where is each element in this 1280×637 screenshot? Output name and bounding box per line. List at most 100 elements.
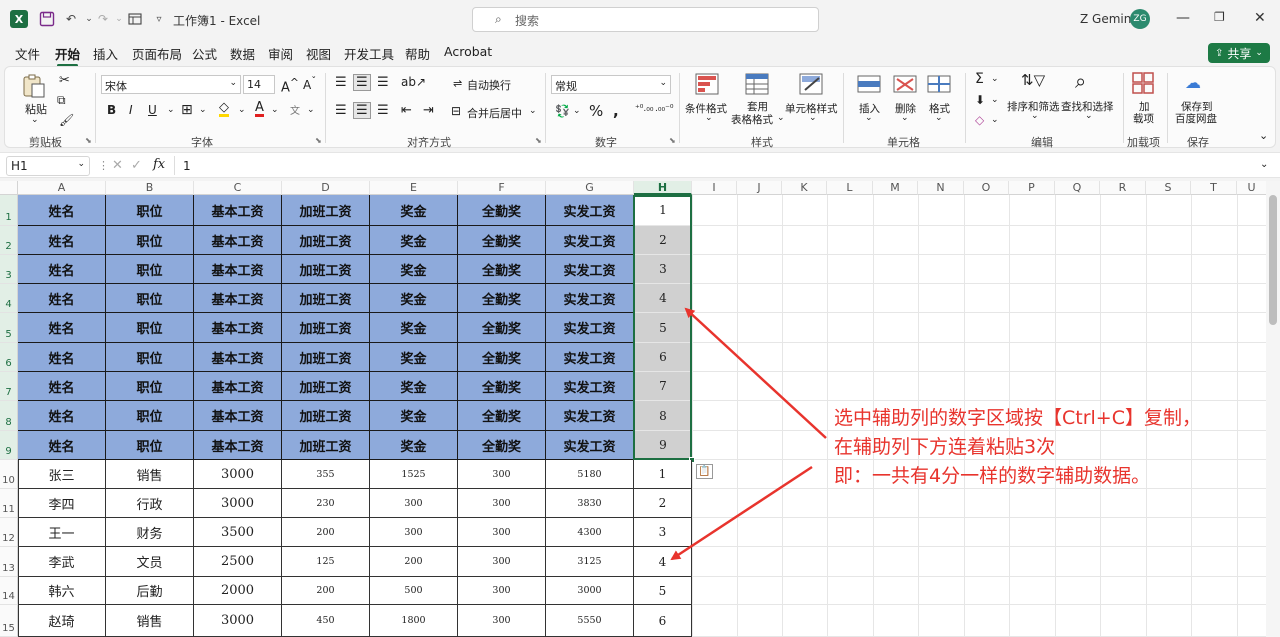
chevron-down-icon[interactable]: ⌄: [991, 95, 999, 105]
wrap-text-icon[interactable]: ⇌: [453, 77, 462, 90]
vertical-scrollbar[interactable]: [1266, 181, 1280, 637]
paste-icon[interactable]: [21, 73, 47, 98]
menu-review[interactable]: 审阅: [268, 44, 293, 63]
share-button[interactable]: ⇪ 共享 ⌄: [1208, 43, 1270, 63]
format-as-table-icon[interactable]: [745, 73, 771, 95]
enter-icon[interactable]: ✓: [131, 158, 142, 173]
borders-icon[interactable]: ⊞: [181, 102, 193, 118]
chevron-down-icon[interactable]: ⌄: [705, 113, 713, 123]
chevron-down-icon[interactable]: ⌄: [271, 105, 279, 115]
menu-acrobat[interactable]: Acrobat: [444, 44, 492, 59]
align-left-icon[interactable]: ☰: [335, 103, 347, 118]
align-center-icon[interactable]: ☰: [353, 102, 371, 119]
save-icon[interactable]: [38, 10, 56, 28]
chevron-down-icon[interactable]: ⌄: [935, 113, 943, 123]
orientation-icon[interactable]: ab↗: [401, 75, 426, 89]
chevron-down-icon[interactable]: ⌄: [865, 113, 873, 123]
decrease-font-icon[interactable]: Aˇ: [303, 76, 316, 92]
search-box[interactable]: ⌕ 搜索: [472, 7, 819, 32]
increase-font-icon[interactable]: A^: [281, 76, 299, 95]
italic-icon[interactable]: I: [129, 103, 133, 117]
align-middle-icon[interactable]: ☰: [353, 74, 371, 91]
menu-page-layout[interactable]: 页面布局: [132, 44, 182, 63]
copy-icon[interactable]: ⧉: [57, 93, 66, 108]
restore-icon[interactable]: ❐: [1214, 10, 1225, 24]
dialog-launcher-icon[interactable]: ⬊: [85, 136, 92, 145]
align-right-icon[interactable]: ☰: [377, 103, 389, 118]
chevron-down-icon[interactable]: ⌄: [1085, 111, 1093, 121]
menu-home[interactable]: 开始: [55, 44, 80, 67]
chevron-down-icon[interactable]: ⌄: [777, 113, 785, 123]
decrease-decimal-icon[interactable]: .₀₀⁻⁰: [655, 104, 673, 114]
addins-line2[interactable]: 载项: [1133, 111, 1154, 126]
insert-cells-icon[interactable]: [857, 73, 883, 95]
font-color-icon[interactable]: A: [255, 101, 264, 117]
chevron-down-icon[interactable]: ⌄: [991, 115, 999, 125]
avatar[interactable]: ZG: [1130, 9, 1150, 29]
paste-dropdown-icon[interactable]: ⌄: [31, 115, 39, 125]
merge-icon[interactable]: ⊟: [451, 104, 461, 118]
baidu-cloud-icon[interactable]: ☁: [1185, 73, 1201, 92]
chevron-down-icon[interactable]: ⌄: [573, 106, 581, 116]
chevron-down-icon[interactable]: ⌄: [529, 106, 537, 116]
wrap-text-button[interactable]: 自动换行: [467, 77, 511, 93]
number-format-select[interactable]: 常规 ⌄: [551, 75, 671, 94]
more-icon[interactable]: ⋮: [98, 159, 109, 172]
chevron-down-icon[interactable]: ⌄: [991, 74, 999, 84]
increase-decimal-icon[interactable]: ⁺⁰.₀₀: [635, 104, 653, 114]
menu-file[interactable]: 文件: [15, 44, 40, 63]
conditional-format-icon[interactable]: [695, 73, 721, 95]
increase-indent-icon[interactable]: ⇥: [423, 103, 434, 118]
insert-function-icon[interactable]: fx: [153, 157, 165, 172]
close-icon[interactable]: ✕: [1254, 10, 1266, 26]
chevron-down-icon[interactable]: ⌄: [1031, 111, 1039, 121]
phonetic-icon[interactable]: 文: [290, 102, 300, 117]
menu-insert[interactable]: 插入: [93, 44, 118, 63]
dialog-launcher-icon[interactable]: ⬊: [315, 136, 322, 145]
menu-view[interactable]: 视图: [306, 44, 331, 63]
worksheet-grid[interactable]: A B C D E F G H I J K L M N O P Q R S T U 1 2 3 4 5 6 7 8 9 10 11 12 13 14…: [0, 181, 1280, 637]
name-box[interactable]: H1 ⌄: [6, 156, 90, 176]
user-name[interactable]: Z Gemini: [1080, 12, 1135, 26]
chevron-down-icon[interactable]: ⌄: [809, 113, 817, 123]
format-painter-icon[interactable]: 🖌: [59, 113, 74, 127]
align-bottom-icon[interactable]: ☰: [377, 75, 389, 90]
font-name-select[interactable]: 宋体 ⌄: [101, 75, 241, 94]
chevron-down-icon[interactable]: ⌄: [199, 105, 207, 115]
bold-icon[interactable]: B: [107, 103, 116, 117]
find-icon[interactable]: ⌕: [1075, 69, 1086, 93]
clear-icon[interactable]: ◇: [975, 113, 984, 127]
font-size-select[interactable]: 14: [243, 75, 275, 94]
format-cells-icon[interactable]: [927, 73, 953, 95]
underline-icon[interactable]: U: [148, 103, 157, 117]
menu-data[interactable]: 数据: [230, 44, 255, 63]
addins-icon[interactable]: [1131, 71, 1157, 94]
dialog-launcher-icon[interactable]: ⬊: [535, 136, 542, 145]
fill-icon[interactable]: ⬇: [975, 93, 985, 107]
autosum-icon[interactable]: Σ: [975, 71, 984, 87]
chevron-down-icon[interactable]: ⌄: [167, 105, 175, 115]
sort-filter-icon[interactable]: ⇅▽: [1021, 71, 1045, 89]
comma-icon[interactable]: ,: [613, 102, 619, 120]
merge-center-button[interactable]: 合并后居中: [467, 105, 522, 121]
menu-developer[interactable]: 开发工具: [344, 44, 394, 63]
collapse-ribbon-icon[interactable]: ⌄: [1259, 129, 1268, 142]
delete-cells-icon[interactable]: [893, 73, 919, 95]
format-as-table-line2[interactable]: 表格格式: [731, 112, 773, 127]
decrease-indent-icon[interactable]: ⇤: [401, 103, 412, 118]
accounting-icon[interactable]: 💱: [555, 104, 570, 118]
cancel-icon[interactable]: ✕: [112, 158, 123, 173]
undo-icon[interactable]: ↶: [62, 10, 80, 28]
customize-qat-icon[interactable]: ▿: [150, 10, 168, 28]
percent-icon[interactable]: %: [589, 102, 603, 120]
cell-styles-icon[interactable]: [799, 73, 825, 95]
form-icon[interactable]: [126, 10, 144, 28]
menu-help[interactable]: 帮助: [405, 44, 430, 63]
dialog-launcher-icon[interactable]: ⬊: [669, 136, 676, 145]
baidu-line2[interactable]: 百度网盘: [1175, 111, 1217, 126]
scrollbar-thumb[interactable]: [1269, 195, 1277, 325]
menu-formulas[interactable]: 公式: [192, 44, 217, 63]
chevron-down-icon[interactable]: ⌄: [238, 105, 246, 115]
fill-color-icon[interactable]: ◇: [219, 101, 229, 117]
chevron-down-icon[interactable]: ⌄: [307, 105, 315, 115]
